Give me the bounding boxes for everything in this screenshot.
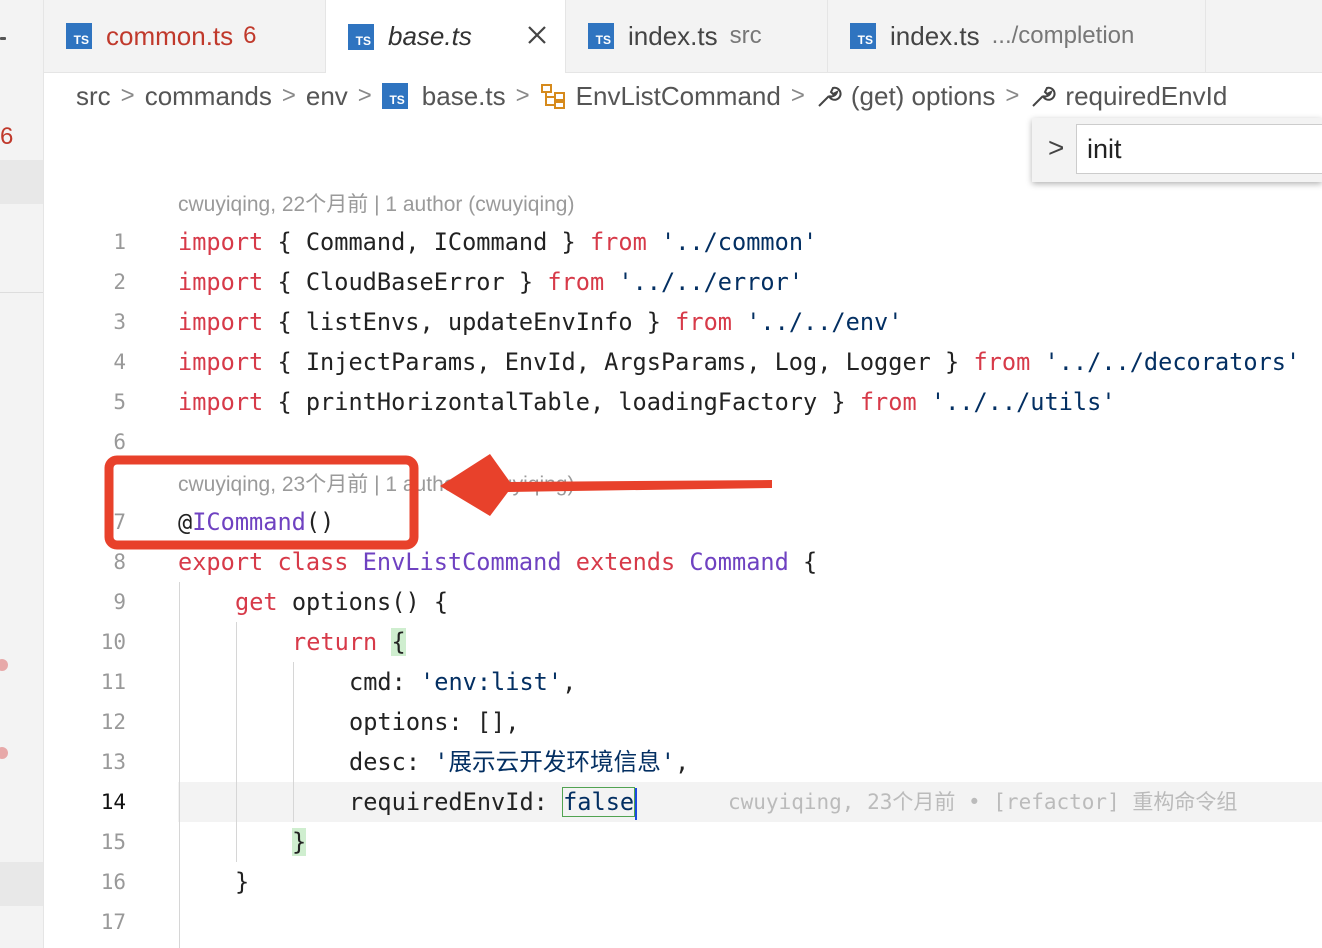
arrow-icon	[440, 454, 772, 516]
highlight-box	[104, 455, 419, 550]
annotation-overlay	[104, 454, 772, 550]
